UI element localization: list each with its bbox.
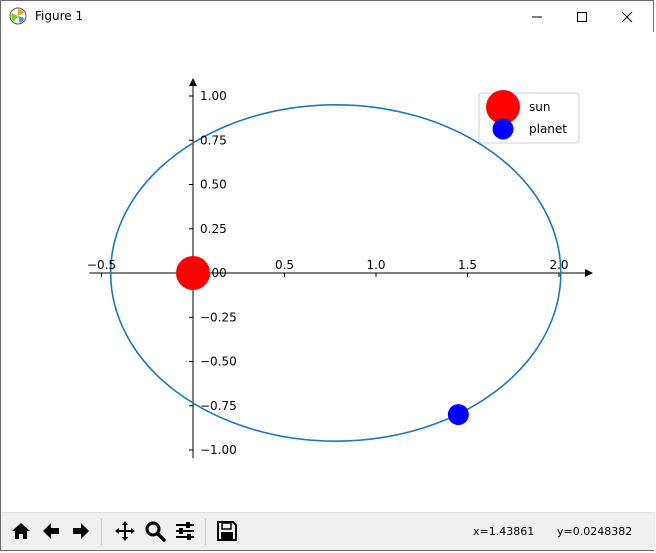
y-tick-label: 0.50 (200, 178, 227, 192)
y-tick-label: −1.00 (200, 443, 237, 457)
zoom-button[interactable] (141, 517, 169, 545)
toolbar-separator (205, 519, 206, 545)
sun-point (176, 256, 210, 290)
back-button[interactable] (37, 517, 65, 545)
save-button[interactable] (213, 517, 241, 545)
navigation-toolbar: x=1.43861 y=0.0248382 (1, 512, 655, 550)
y-tick-label: 0.25 (200, 222, 227, 236)
toolbar-separator (101, 519, 102, 545)
x-tick-label: 0.5 (275, 258, 294, 272)
magnifier-icon (145, 521, 166, 542)
x-tick-label: 1.0 (366, 258, 385, 272)
x-axis-arrowhead (585, 269, 593, 277)
figure-window: Figure 1 −0.50.00.51.01.52.01.000.750.50… (0, 0, 655, 551)
pan-button[interactable] (111, 517, 139, 545)
legend-label-sun: sun (529, 100, 550, 114)
home-icon (12, 523, 30, 539)
x-tick-label: −0.5 (87, 258, 116, 272)
legend-marker-planet (492, 118, 514, 140)
legend-label-planet: planet (529, 122, 567, 136)
x-tick-label: 2.0 (549, 258, 568, 272)
sliders-icon (176, 522, 194, 540)
x-tick-label: 1.5 (458, 258, 477, 272)
title-bar[interactable]: Figure 1 (1, 1, 653, 32)
plot-canvas[interactable]: −0.50.00.51.01.52.01.000.750.500.250.00−… (1, 32, 655, 512)
configure-subplots-button[interactable] (171, 517, 199, 545)
y-axis-arrowhead (189, 78, 197, 86)
y-tick-label: 0.75 (200, 133, 227, 147)
x-coordinate-readout: x=1.43861 (473, 525, 535, 538)
y-tick-label: 1.00 (200, 89, 227, 103)
floppy-disk-icon (217, 521, 237, 541)
y-coordinate-readout: y=0.0248382 (557, 525, 633, 538)
orbit-chart[interactable]: −0.50.00.51.01.52.01.000.750.500.250.00−… (1, 32, 655, 512)
close-icon (621, 11, 632, 22)
arrow-right-icon (73, 523, 89, 539)
planet-point (447, 404, 469, 426)
legend: sun planet (478, 90, 580, 144)
maximize-button[interactable] (559, 1, 604, 32)
maximize-icon (576, 11, 587, 22)
close-button[interactable] (604, 1, 649, 32)
move-icon (115, 521, 135, 541)
y-tick-label: −0.75 (200, 399, 237, 413)
home-button[interactable] (7, 517, 35, 545)
forward-button[interactable] (67, 517, 95, 545)
arrow-left-icon (43, 523, 59, 539)
minimize-button[interactable] (514, 1, 559, 32)
minimize-icon (531, 16, 542, 17)
y-tick-label: −0.50 (200, 355, 237, 369)
matplotlib-app-icon (9, 7, 27, 25)
y-tick-label: −0.25 (200, 310, 237, 324)
window-title: Figure 1 (35, 9, 84, 23)
